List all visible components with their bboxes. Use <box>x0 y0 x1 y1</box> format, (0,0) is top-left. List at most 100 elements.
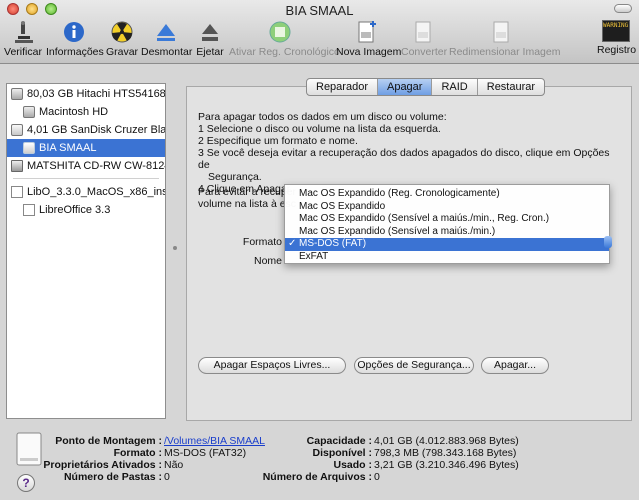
resize-image-icon <box>493 21 509 43</box>
sidebar-item-label: 4,01 GB SanDisk Cruzer Bla... <box>27 124 165 136</box>
usb-disk-icon <box>11 124 23 136</box>
sidebar-item-macintosh-hd[interactable]: Macintosh HD <box>7 103 165 121</box>
sidebar-item-cd-drive[interactable]: MATSHITA CD-RW CW-8124 <box>7 157 165 175</box>
sidebar-item-hitachi-disk[interactable]: 80,03 GB Hitachi HTS54168... <box>7 85 165 103</box>
journal-icon <box>269 21 291 43</box>
sidebar-item-label: BIA SMAAL <box>39 142 97 154</box>
format-option[interactable]: Mac OS Expandido (Sensível a maiús./min.… <box>285 226 609 239</box>
erase-instructions: Para apagar todos os dados em um disco o… <box>198 111 618 195</box>
format-option-selected[interactable]: ✓ MS-DOS (FAT) <box>285 238 609 251</box>
name-label: Nome <box>253 255 282 267</box>
capacity-value: 4,01 GB (4.012.883.968 Bytes) <box>374 435 519 447</box>
log-icon: WARNING AY 7:36 <box>602 20 630 42</box>
new-image-button[interactable]: Nova Imagem <box>336 20 401 58</box>
device-sidebar[interactable]: 80,03 GB Hitachi HTS54168... Macintosh H… <box>6 83 166 419</box>
tab-erase[interactable]: Apagar <box>377 79 433 95</box>
new-image-icon <box>358 21 376 43</box>
volume-icon <box>23 106 35 118</box>
format-option[interactable]: Mac OS Expandido <box>285 201 609 214</box>
volume-icon <box>23 204 35 216</box>
burn-button[interactable]: Gravar <box>105 20 139 58</box>
burn-label: Gravar <box>105 46 139 58</box>
unmount-button[interactable]: Desmontar <box>141 20 193 58</box>
sidebar-item-libo-dmg[interactable]: LibO_3.3.0_MacOS_x86_inst... <box>7 183 165 201</box>
used-label: Usado : <box>333 459 372 471</box>
folders-label: Número de Pastas : <box>63 471 162 483</box>
convert-label: Converter <box>401 46 448 58</box>
folders-value: 0 <box>164 471 170 483</box>
toolbar-toggle-button[interactable] <box>614 4 632 13</box>
format-option[interactable]: ExFAT <box>285 251 609 264</box>
volume-icon <box>23 142 35 154</box>
owners-value: Não <box>164 459 184 471</box>
resize-image-button[interactable]: Redimensionar Imagem <box>449 20 560 58</box>
sidebar-item-sandisk[interactable]: 4,01 GB SanDisk Cruzer Bla... <box>7 121 165 139</box>
minimize-window-button[interactable] <box>26 3 38 15</box>
sidebar-item-libreoffice[interactable]: LibreOffice 3.3 <box>7 201 165 219</box>
sidebar-item-label: Macintosh HD <box>39 106 109 118</box>
resize-image-label: Redimensionar Imagem <box>449 46 561 58</box>
zoom-window-button[interactable] <box>45 3 57 15</box>
capacity-label: Capacidade : <box>306 435 372 447</box>
format-info-label: Formato : <box>113 447 162 459</box>
used-value: 3,21 GB (3.210.346.496 Bytes) <box>374 459 519 471</box>
optical-drive-icon <box>11 160 23 172</box>
eject-label: Ejetar <box>196 46 224 58</box>
eject-icon <box>202 24 218 41</box>
instruction-line: 2 Especifique um formato e nome. <box>198 135 358 147</box>
checkmark-icon: ✓ <box>288 238 297 249</box>
enable-journaling-label: Ativar Reg. Cronológico <box>229 46 340 58</box>
sidebar-item-bia-smaal[interactable]: BIA SMAAL <box>7 139 165 157</box>
format-info-value: MS-DOS (FAT32) <box>164 447 247 459</box>
erase-free-space-button[interactable]: Apagar Espaços Livres... <box>198 357 346 374</box>
unmount-label: Desmontar <box>141 46 193 58</box>
eject-button[interactable]: Ejetar <box>196 20 224 58</box>
files-label: Número de Arquivos : <box>262 471 372 483</box>
format-option[interactable]: Mac OS Expandido (Reg. Cronologicamente) <box>285 188 609 201</box>
info-icon <box>64 22 84 42</box>
mount-point-label: Ponto de Montagem : <box>55 435 162 447</box>
available-value: 798,3 MB (798.343.168 Bytes) <box>374 447 517 459</box>
tab-bar: Reparador Apagar RAID Restaurar <box>306 78 546 96</box>
close-window-button[interactable] <box>7 3 19 15</box>
available-label: Disponível : <box>312 447 372 459</box>
owners-label: Proprietários Ativados : <box>43 459 162 471</box>
help-button[interactable]: ? <box>17 474 35 492</box>
window-title: BIA SMAAL <box>285 3 354 18</box>
log-button[interactable]: WARNING AY 7:36 Registro <box>597 20 637 56</box>
sidebar-item-label: MATSHITA CD-RW CW-8124 <box>27 160 165 172</box>
sidebar-item-label: 80,03 GB Hitachi HTS54168... <box>27 88 165 100</box>
unmount-icon <box>157 24 175 41</box>
convert-button[interactable]: Converter <box>401 20 448 58</box>
verify-label: Verificar <box>4 46 42 58</box>
enable-journaling-button[interactable]: Ativar Reg. Cronológico <box>229 20 340 58</box>
popup-arrows-icon[interactable] <box>604 236 612 248</box>
convert-icon <box>415 21 431 43</box>
sidebar-separator <box>13 178 159 179</box>
disk-image-icon <box>11 186 23 198</box>
format-option[interactable]: Mac OS Expandido (Sensível a maiús./min.… <box>285 213 609 226</box>
security-options-button[interactable]: Opções de Segurança... <box>354 357 474 374</box>
microscope-icon <box>15 21 33 43</box>
files-value: 0 <box>374 471 380 483</box>
radiation-icon <box>111 21 133 43</box>
instruction-line: 3 Se você deseja evitar a recuperação do… <box>198 147 610 171</box>
window-toolbar: BIA SMAAL Verificar Informações Gravar D… <box>0 0 639 64</box>
new-image-label: Nova Imagem <box>336 46 402 58</box>
instruction-line: 1 Selecione o disco ou volume na lista d… <box>198 123 441 135</box>
format-dropdown-menu[interactable]: Mac OS Expandido (Reg. Cronologicamente)… <box>284 184 610 264</box>
mount-point-link[interactable]: /Volumes/BIA SMAAL <box>164 435 265 447</box>
log-label: Registro <box>597 44 637 56</box>
tab-raid[interactable]: RAID <box>432 79 478 95</box>
tab-repair[interactable]: Reparador <box>307 79 378 95</box>
erase-button[interactable]: Apagar... <box>481 357 549 374</box>
verify-button[interactable]: Verificar <box>4 20 42 58</box>
instruction-line: Segurança. <box>208 171 262 183</box>
info-button[interactable]: Informações <box>46 20 104 58</box>
split-view-handle[interactable] <box>173 246 177 250</box>
info-label: Informações <box>46 46 104 58</box>
volume-info-bar: Ponto de Montagem : /Volumes/BIA SMAAL F… <box>0 424 639 500</box>
format-label: Formato <box>242 236 282 248</box>
sidebar-item-label: LibreOffice 3.3 <box>39 204 111 216</box>
tab-restore[interactable]: Restaurar <box>478 79 544 95</box>
